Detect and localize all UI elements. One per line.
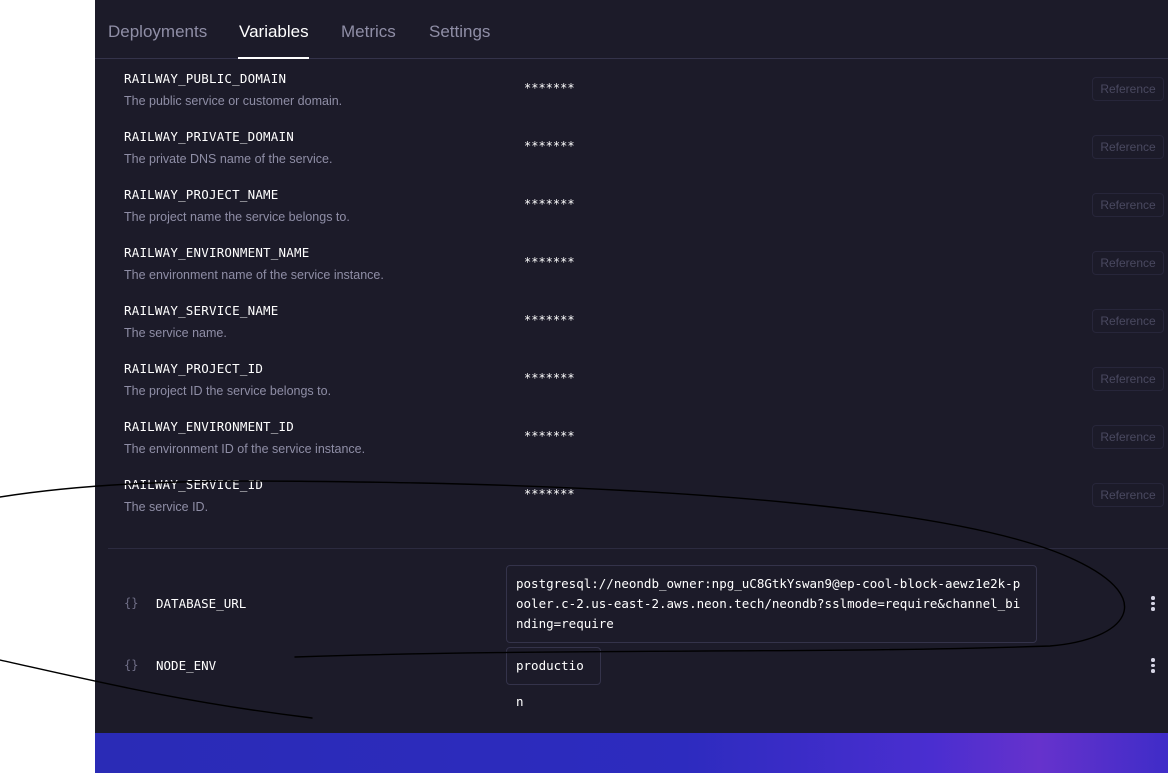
railway-variable-row: RAILWAY_SERVICE_ID The service ID. *****… xyxy=(95,477,1168,535)
railway-variable-row: RAILWAY_ENVIRONMENT_NAME The environment… xyxy=(95,245,1168,303)
user-variable-row: {} NODE_ENV production xyxy=(95,647,1168,709)
railway-variable-row: RAILWAY_SERVICE_NAME The service name. *… xyxy=(95,303,1168,361)
railway-variable-row: RAILWAY_PROJECT_NAME The project name th… xyxy=(95,187,1168,245)
variable-name: RAILWAY_PUBLIC_DOMAIN xyxy=(124,71,287,86)
variable-name: NODE_ENV xyxy=(156,658,217,673)
variable-description: The private DNS name of the service. xyxy=(124,152,333,166)
reference-button[interactable]: Reference xyxy=(1092,251,1164,275)
railway-variable-row: RAILWAY_ENVIRONMENT_ID The environment I… xyxy=(95,419,1168,477)
variable-value-masked[interactable]: ******* xyxy=(524,313,575,327)
tab-settings[interactable]: Settings xyxy=(429,22,490,42)
reference-button[interactable]: Reference xyxy=(1092,483,1164,507)
gradient-banner xyxy=(95,733,1168,773)
variable-name: RAILWAY_ENVIRONMENT_NAME xyxy=(124,245,310,260)
railway-variable-row: RAILWAY_PUBLIC_DOMAIN The public service… xyxy=(95,71,1168,129)
variable-name: RAILWAY_ENVIRONMENT_ID xyxy=(124,419,294,434)
variable-description: The public service or customer domain. xyxy=(124,94,343,108)
variable-value-masked[interactable]: ******* xyxy=(524,487,575,501)
variable-value-masked[interactable]: ******* xyxy=(524,139,575,153)
reference-button[interactable]: Reference xyxy=(1092,135,1164,159)
variable-value-masked[interactable]: ******* xyxy=(524,371,575,385)
more-options-icon[interactable] xyxy=(1147,594,1159,614)
reference-button[interactable]: Reference xyxy=(1092,367,1164,391)
more-options-icon[interactable] xyxy=(1147,656,1159,676)
section-divider xyxy=(108,548,1168,549)
reference-button[interactable]: Reference xyxy=(1092,193,1164,217)
variable-value-masked[interactable]: ******* xyxy=(524,81,575,95)
railway-variable-row: RAILWAY_PRIVATE_DOMAIN The private DNS n… xyxy=(95,129,1168,187)
active-tab-indicator xyxy=(238,57,309,59)
variable-value-masked[interactable]: ******* xyxy=(524,429,575,443)
user-variable-row: {} DATABASE_URL postgresql://neondb_owne… xyxy=(95,565,1168,643)
json-braces-icon: {} xyxy=(124,658,139,672)
variable-name: RAILWAY_SERVICE_NAME xyxy=(124,303,279,318)
variable-name: RAILWAY_SERVICE_ID xyxy=(124,477,264,492)
variable-value-field[interactable]: postgresql://neondb_owner:npg_uC8GtkYswa… xyxy=(506,565,1037,643)
variable-description: The service ID. xyxy=(124,500,209,514)
variable-value-masked[interactable]: ******* xyxy=(524,197,575,211)
json-braces-icon: {} xyxy=(124,596,139,610)
tab-deployments[interactable]: Deployments xyxy=(108,22,207,42)
variable-name: RAILWAY_PROJECT_NAME xyxy=(124,187,279,202)
variable-description: The service name. xyxy=(124,326,227,340)
tab-variables[interactable]: Variables xyxy=(239,22,309,42)
reference-button[interactable]: Reference xyxy=(1092,425,1164,449)
variable-name: DATABASE_URL xyxy=(156,596,247,611)
variable-name: RAILWAY_PRIVATE_DOMAIN xyxy=(124,129,294,144)
variable-description: The environment name of the service inst… xyxy=(124,268,384,282)
variable-description: The project name the service belongs to. xyxy=(124,210,350,224)
reference-button[interactable]: Reference xyxy=(1092,309,1164,333)
railway-variable-row: RAILWAY_PROJECT_ID The project ID the se… xyxy=(95,361,1168,419)
variable-name: RAILWAY_PROJECT_ID xyxy=(124,361,264,376)
variable-value-masked[interactable]: ******* xyxy=(524,255,575,269)
reference-button[interactable]: Reference xyxy=(1092,77,1164,101)
tab-bar: Deployments Variables Metrics Settings xyxy=(95,0,1168,59)
variable-description: The environment ID of the service instan… xyxy=(124,442,366,456)
tab-metrics[interactable]: Metrics xyxy=(341,22,396,42)
variables-panel: Deployments Variables Metrics Settings R… xyxy=(95,0,1168,773)
variable-value-field[interactable]: production xyxy=(506,647,601,709)
variable-description: The project ID the service belongs to. xyxy=(124,384,332,398)
